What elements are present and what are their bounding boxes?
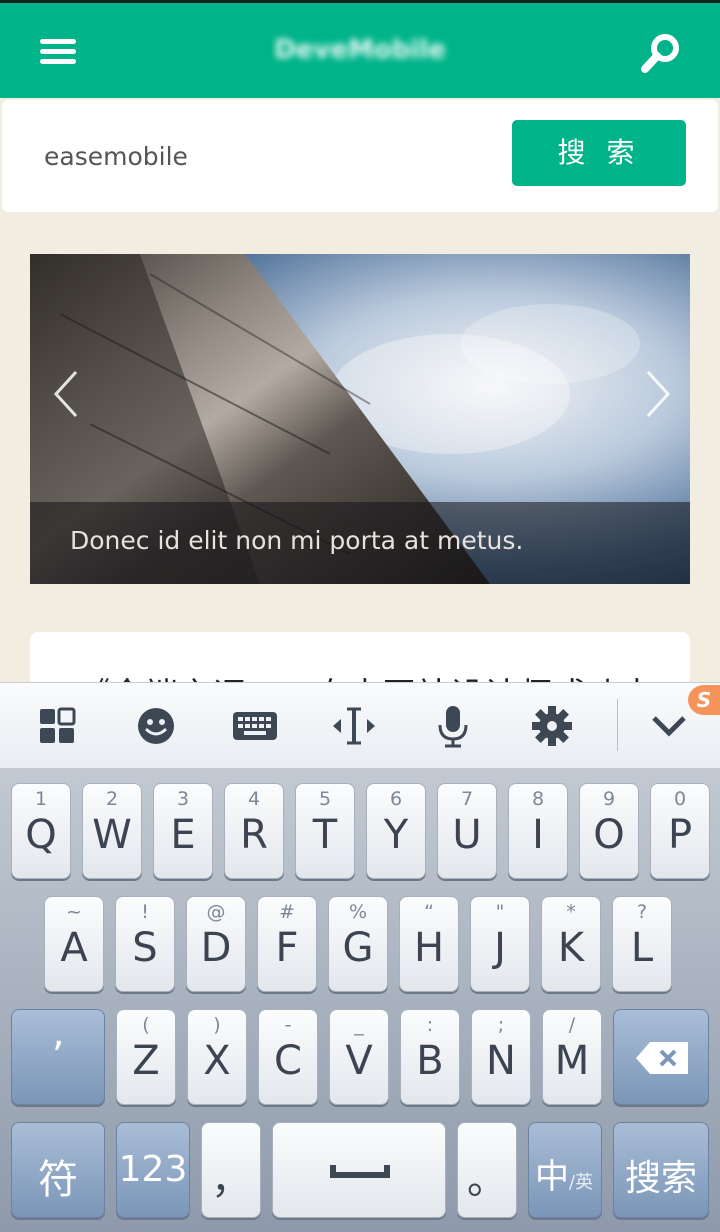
search-input[interactable] bbox=[44, 136, 484, 176]
key-s[interactable]: ! S bbox=[115, 896, 175, 992]
key-f[interactable]: # F bbox=[257, 896, 317, 992]
chevron-left-icon[interactable] bbox=[48, 366, 88, 422]
search-button[interactable]: 搜 索 bbox=[512, 120, 686, 186]
apostrophe-key[interactable]: ’ bbox=[11, 1009, 105, 1105]
key-t[interactable]: 5T bbox=[295, 783, 355, 879]
language-toggle-key[interactable]: 中/英 bbox=[528, 1122, 602, 1218]
cursor-icon[interactable] bbox=[329, 701, 379, 751]
key-x[interactable]: ) X bbox=[187, 1009, 247, 1105]
key-e[interactable]: 3E bbox=[153, 783, 213, 879]
key-g[interactable]: % G bbox=[328, 896, 388, 992]
sogou-badge: S bbox=[688, 685, 720, 715]
key-m[interactable]: / M bbox=[542, 1009, 602, 1105]
key-l[interactable]: ? L bbox=[612, 896, 672, 992]
chevron-right-icon[interactable] bbox=[636, 366, 676, 422]
key-a[interactable]: ~ A bbox=[44, 896, 104, 992]
key-j[interactable]: " J bbox=[470, 896, 530, 992]
space-key[interactable] bbox=[272, 1122, 446, 1218]
brand-title: DeveMobile bbox=[274, 35, 446, 65]
search-enter-key[interactable]: 搜索 bbox=[613, 1122, 709, 1218]
key-r[interactable]: 4R bbox=[224, 783, 284, 879]
key-d[interactable]: @ D bbox=[186, 896, 246, 992]
key-p[interactable]: 0P bbox=[650, 783, 710, 879]
symbols-key[interactable]: 符 bbox=[11, 1122, 105, 1218]
key-z[interactable]: (Z bbox=[116, 1009, 176, 1105]
key-u[interactable]: 7U bbox=[437, 783, 497, 879]
period-key[interactable]: 。 bbox=[457, 1122, 517, 1218]
search-icon[interactable] bbox=[636, 29, 686, 79]
key-c[interactable]: -C bbox=[258, 1009, 318, 1105]
keyboard-toolbar: S bbox=[0, 682, 720, 768]
backspace-icon bbox=[636, 1042, 688, 1074]
key-o[interactable]: 9O bbox=[579, 783, 639, 879]
key-b[interactable]: :B bbox=[400, 1009, 460, 1105]
toolbar-divider bbox=[617, 699, 618, 751]
carousel-caption: Donec id elit non mi porta at metus. bbox=[70, 526, 524, 555]
top-app-bar: DeveMobile bbox=[0, 0, 720, 98]
key-w[interactable]: 2W bbox=[82, 783, 142, 879]
key-i[interactable]: 8I bbox=[508, 783, 568, 879]
key-y[interactable]: 6Y bbox=[366, 783, 426, 879]
key-v[interactable]: _ V bbox=[329, 1009, 389, 1105]
microphone-icon[interactable] bbox=[428, 701, 478, 751]
keyboard-icon[interactable] bbox=[230, 701, 280, 751]
key-h[interactable]: “H bbox=[399, 896, 459, 992]
grid-icon[interactable] bbox=[32, 701, 82, 751]
soft-keyboard: 1Q 2W 3E 4R 5T 6Y 7U 8I 9O 0P ~ A ! S @ D #… bbox=[0, 768, 720, 1232]
numbers-key[interactable]: 123 bbox=[116, 1122, 190, 1218]
image-carousel[interactable]: Donec id elit non mi porta at metus. bbox=[30, 254, 690, 584]
emoji-icon[interactable] bbox=[131, 701, 181, 751]
settings-gear-icon[interactable] bbox=[527, 701, 577, 751]
backspace-key[interactable] bbox=[613, 1009, 709, 1105]
collapse-chevron-icon[interactable] bbox=[644, 701, 694, 751]
spacebar-icon bbox=[330, 1165, 390, 1178]
key-k[interactable]: * K bbox=[541, 896, 601, 992]
comma-key[interactable]: ， bbox=[201, 1122, 261, 1218]
key-q[interactable]: 1Q bbox=[11, 783, 71, 879]
key-n[interactable]: ; N bbox=[471, 1009, 531, 1105]
